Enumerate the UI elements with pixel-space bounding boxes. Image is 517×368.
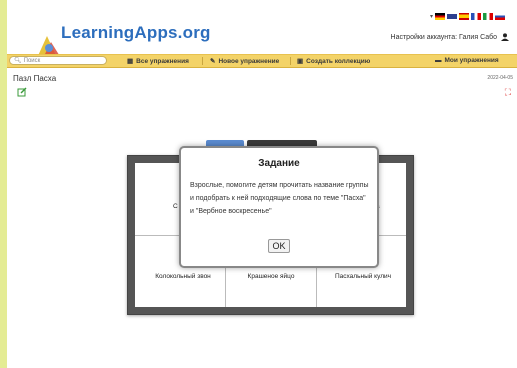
edit-icon[interactable] [17,87,27,97]
search-icon: 🔍︎ [14,58,22,64]
dialog-title: Задание [258,158,300,169]
nav-my-exercises[interactable]: ▬ Мои упражнения [435,57,499,64]
user-icon [501,33,509,41]
fullscreen-icon[interactable]: ⛶ [505,87,511,98]
search-input[interactable]: 🔍︎ Поиск [9,56,107,65]
account-settings[interactable]: Настройки аккаунта: Галия Сабо [391,33,509,41]
nav-all-exercises[interactable]: ▦ Все упражнения [127,57,189,66]
flag-it-icon[interactable] [483,13,493,20]
puzzle-piece-top-left[interactable]: С [173,203,178,210]
search-placeholder: Поиск [23,57,41,64]
nav-all-exercises-label: Все упражнения [136,57,189,65]
flag-ru-icon[interactable] [495,13,505,20]
collection-icon: ▣ [297,58,304,65]
language-flags: ▾ [430,13,505,20]
nav-my-exercises-label: Мои упражнения [444,57,499,64]
divider [290,57,291,65]
nav-new-exercise[interactable]: ✎ Новое упражнение [210,57,280,66]
flag-es-icon[interactable] [459,13,469,20]
flag-de-icon[interactable] [435,13,445,20]
page-date: 2022-04-05 [487,75,513,81]
logo[interactable]: LearningApps.org [21,8,210,58]
puzzle-piece-egg[interactable]: Крашеное яйцо [231,273,311,280]
nav-create-collection[interactable]: ▣ Создать коллекцию [297,57,371,66]
folder-icon: ▬ [435,57,442,64]
dropdown-icon[interactable]: ▾ [430,13,433,20]
page-title: Пазл Пасха [13,74,57,83]
navbar: 🔍︎ Поиск ▦ Все упражнения ✎ Новое упражн… [7,54,517,68]
divider [202,57,203,65]
puzzle-piece-bell[interactable]: Колокольный звон [144,273,222,280]
account-label: Настройки аккаунта: Галия Сабо [390,33,497,41]
page: LearningApps.org ▾ Настройки аккаунта: Г… [7,0,517,368]
nav-create-collection-label: Создать коллекцию [306,57,371,65]
nav-new-exercise-label: Новое упражнение [218,57,280,65]
grid-icon: ▦ [127,58,134,65]
logo-text: LearningApps.org [61,23,211,42]
flag-fr-icon[interactable] [471,13,481,20]
pencil-icon: ✎ [210,58,216,65]
dialog-text: Взрослые, помогите детям прочитать назва… [190,182,369,215]
ok-button[interactable]: OK [268,239,290,253]
flag-en-icon[interactable] [447,13,457,20]
task-dialog: Задание Взрослые, помогите детям прочита… [179,146,379,268]
puzzle-piece-kulich[interactable]: Пасхальный кулич [323,273,403,280]
